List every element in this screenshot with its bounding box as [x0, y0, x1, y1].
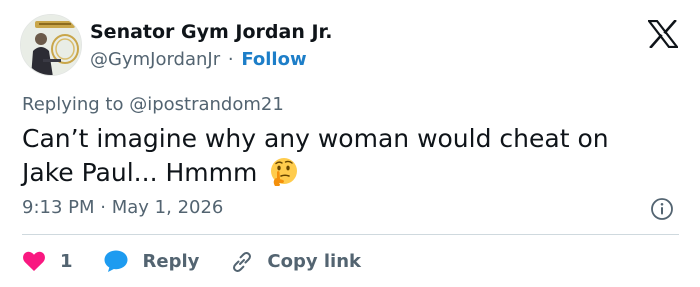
link-icon [233, 252, 252, 272]
tweet-text: Can’t imagine why any woman would cheat … [22, 124, 609, 187]
reply-button[interactable]: Reply [103, 249, 200, 273]
like-button[interactable]: 1 [22, 250, 73, 272]
tweet-body: Can’t imagine why any woman would cheat … [22, 122, 662, 190]
author-handle-line: @GymJordanJr · Follow [90, 49, 307, 70]
tweet-time: 9:13 PM [22, 197, 95, 218]
follow-button[interactable]: Follow [241, 49, 306, 70]
author-name[interactable]: Senator Gym Jordan Jr. [90, 21, 332, 43]
avatar[interactable] [20, 14, 82, 76]
reply-context-prefix: Replying to [22, 94, 124, 115]
reply-label: Reply [142, 250, 200, 272]
heart-icon [23, 251, 45, 271]
thinking-face-icon [269, 157, 299, 187]
timestamp-separator: · [100, 197, 106, 218]
action-bar: 1 Reply Copy link [22, 247, 361, 275]
speech-bubble-icon [104, 250, 128, 272]
reply-context: Replying to @ipostrandom21 [22, 94, 284, 115]
copy-link-button[interactable]: Copy link [229, 249, 361, 273]
copy-link-label: Copy link [267, 250, 361, 272]
handle-separator: · [227, 49, 234, 70]
tweet-date: May 1, 2026 [111, 197, 224, 218]
info-icon[interactable] [650, 197, 674, 221]
reply-mention-link[interactable]: @ipostrandom21 [129, 94, 284, 115]
timestamp[interactable]: 9:13 PM · May 1, 2026 [22, 197, 223, 218]
divider [22, 234, 679, 235]
author-handle[interactable]: @GymJordanJr [90, 49, 220, 70]
like-count: 1 [60, 250, 73, 272]
x-logo-icon[interactable] [646, 19, 680, 49]
